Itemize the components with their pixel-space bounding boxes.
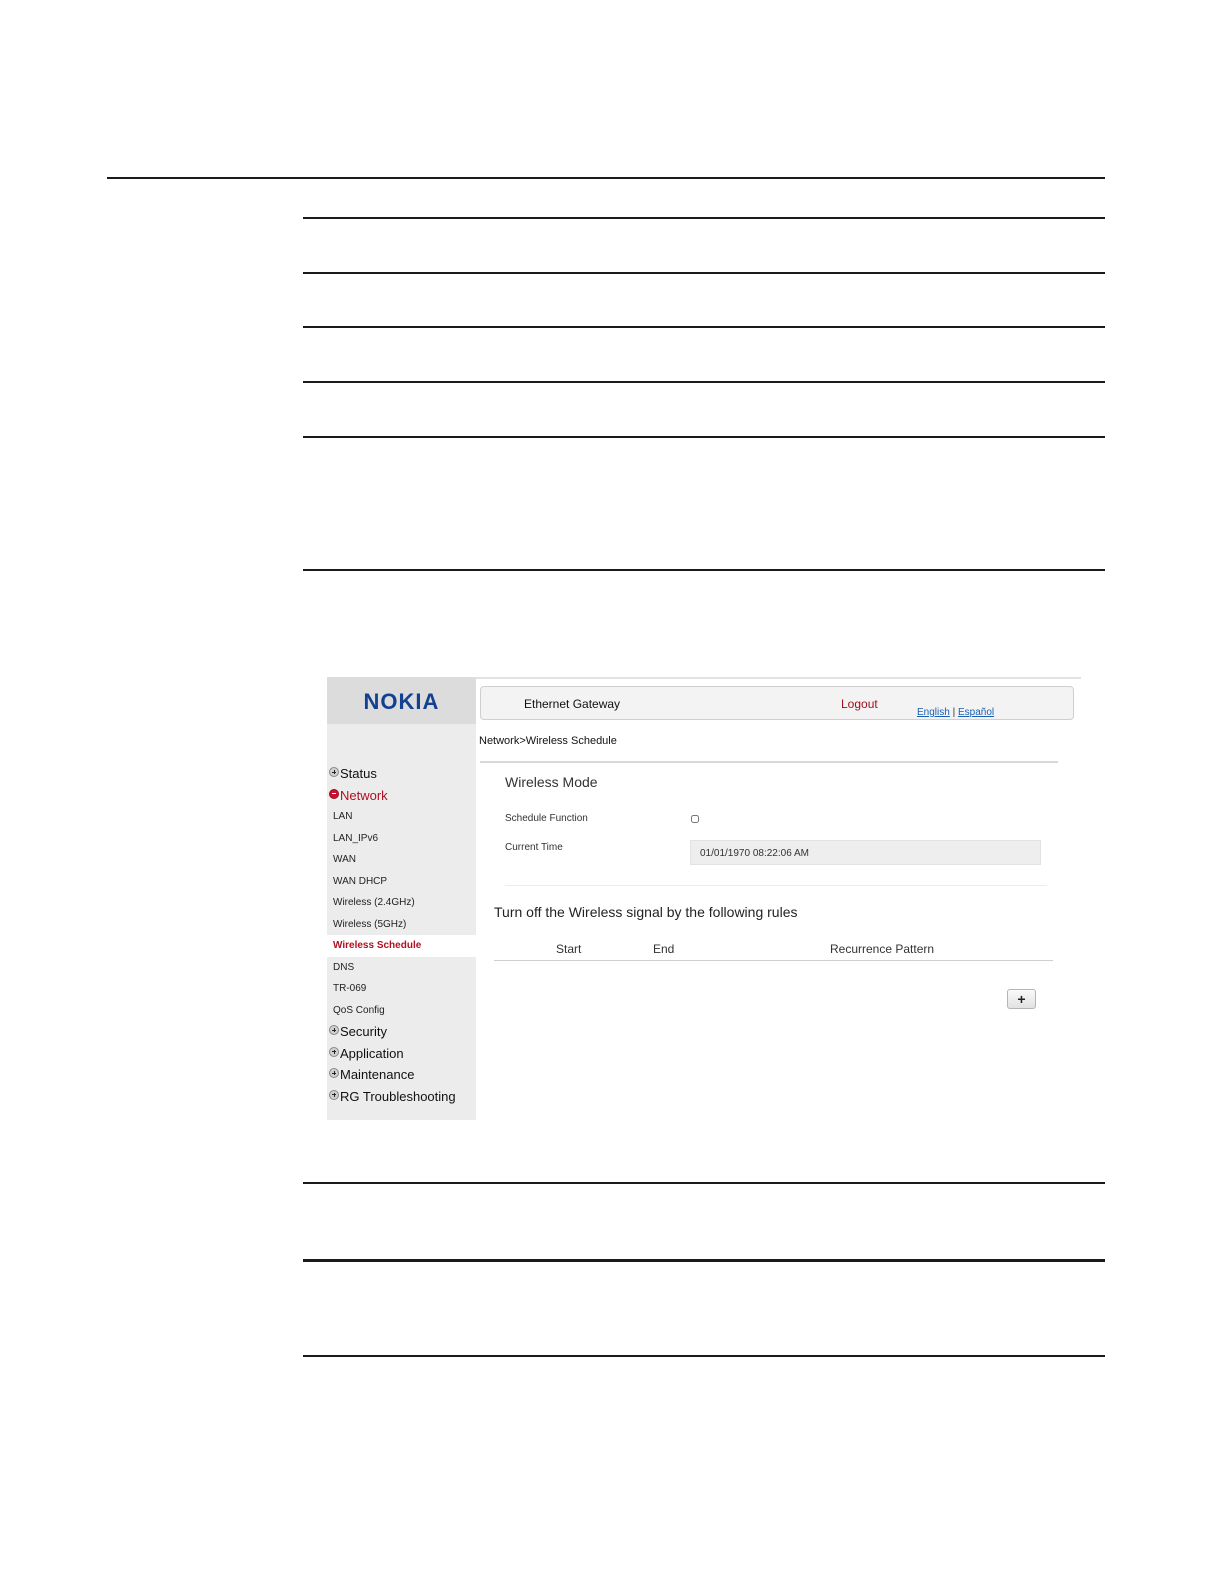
breadcrumb: Network>Wireless Schedule (479, 735, 617, 747)
sidebar-item-label: Security (340, 1024, 387, 1039)
table-rule (303, 326, 1105, 328)
sidebar-item-label: Application (340, 1045, 404, 1061)
table-rule (303, 569, 1105, 571)
window-top-border (475, 677, 1081, 679)
sidebar-item-security[interactable]: Security (327, 1021, 476, 1043)
table-rule (303, 1182, 1105, 1184)
sidebar: NOKIA Status Network LAN LAN_IPv6 WAN WA… (327, 677, 476, 1120)
table-header-divider (494, 960, 1053, 961)
gateway-title: Ethernet Gateway (524, 697, 621, 711)
expand-plus-icon[interactable] (329, 1025, 339, 1035)
expand-plus-icon[interactable] (329, 1068, 339, 1078)
content-panel: Wireless Mode Schedule Function Current … (480, 763, 1058, 1118)
logo-area: NOKIA (327, 677, 476, 724)
schedule-function-label: Schedule Function (505, 813, 588, 824)
sidebar-item-network[interactable]: Network (327, 785, 476, 807)
sidebar-subitem-wan-dhcp[interactable]: WAN DHCP (327, 871, 476, 893)
current-time-label: Current Time (505, 842, 563, 853)
rules-title: Turn off the Wireless signal by the foll… (494, 904, 798, 920)
column-header-recurrence: Recurrence Pattern (830, 942, 935, 956)
sidebar-subitem-lan-ipv6[interactable]: LAN_IPv6 (327, 828, 476, 850)
sidebar-subitem-wan[interactable]: WAN (327, 849, 476, 871)
sidebar-subitem-lan[interactable]: LAN (327, 806, 476, 828)
sidebar-item-status[interactable]: Status (327, 763, 476, 785)
table-rule (303, 1259, 1105, 1262)
sidebar-subitem-tr069[interactable]: TR-069 (327, 978, 476, 1000)
sidebar-item-application[interactable]: Application (327, 1043, 476, 1065)
section-divider (505, 885, 1047, 886)
language-spanish-link[interactable]: Español (958, 707, 994, 718)
plus-icon: + (1017, 990, 1026, 1007)
language-switcher: English | Español (917, 707, 994, 718)
language-english-link[interactable]: English (917, 707, 950, 718)
sidebar-subitem-wireless-schedule[interactable]: Wireless Schedule (327, 935, 476, 957)
expand-plus-icon[interactable] (329, 1089, 339, 1100)
section-title: Wireless Mode (505, 774, 598, 790)
sidebar-item-label: Network (340, 787, 388, 803)
table-rule (303, 1355, 1105, 1357)
expand-plus-icon[interactable] (329, 767, 339, 777)
nokia-logo: NOKIA (363, 689, 440, 714)
sidebar-subitem-wireless-24ghz[interactable]: Wireless (2.4GHz) (327, 892, 476, 914)
column-header-end: End (653, 942, 675, 956)
page-header-rule (107, 177, 1105, 179)
sidebar-item-rg-troubleshooting[interactable]: RG Troubleshooting (327, 1086, 476, 1108)
sidebar-item-label: Status (340, 766, 377, 781)
table-rule (303, 436, 1105, 438)
table-rule (303, 381, 1105, 383)
add-rule-button[interactable]: + (1007, 989, 1036, 1009)
sidebar-nav: Status Network LAN LAN_IPv6 WAN WAN DHCP… (327, 763, 476, 1107)
column-header-start: Start (556, 942, 582, 956)
gateway-screenshot: NOKIA Status Network LAN LAN_IPv6 WAN WA… (327, 677, 1081, 1121)
sidebar-item-label: Maintenance (340, 1067, 415, 1082)
collapse-minus-icon[interactable] (329, 788, 339, 799)
expand-plus-icon[interactable] (329, 1046, 339, 1057)
header-bar: Ethernet Gateway Logout English | Españo… (480, 686, 1074, 720)
sidebar-subitem-wireless-5ghz[interactable]: Wireless (5GHz) (327, 914, 476, 936)
sidebar-item-label: RG Troubleshooting (340, 1088, 456, 1104)
sidebar-item-maintenance[interactable]: Maintenance (327, 1064, 476, 1086)
table-rule (303, 272, 1105, 274)
schedule-function-checkbox[interactable] (691, 815, 699, 823)
sidebar-subitem-qos-config[interactable]: QoS Config (327, 1000, 476, 1022)
logout-link[interactable]: Logout (841, 697, 878, 711)
language-separator: | (952, 707, 956, 718)
sidebar-subitem-dns[interactable]: DNS (327, 957, 476, 979)
table-rule (303, 217, 1105, 219)
current-time-field: 01/01/1970 08:22:06 AM (690, 840, 1041, 865)
